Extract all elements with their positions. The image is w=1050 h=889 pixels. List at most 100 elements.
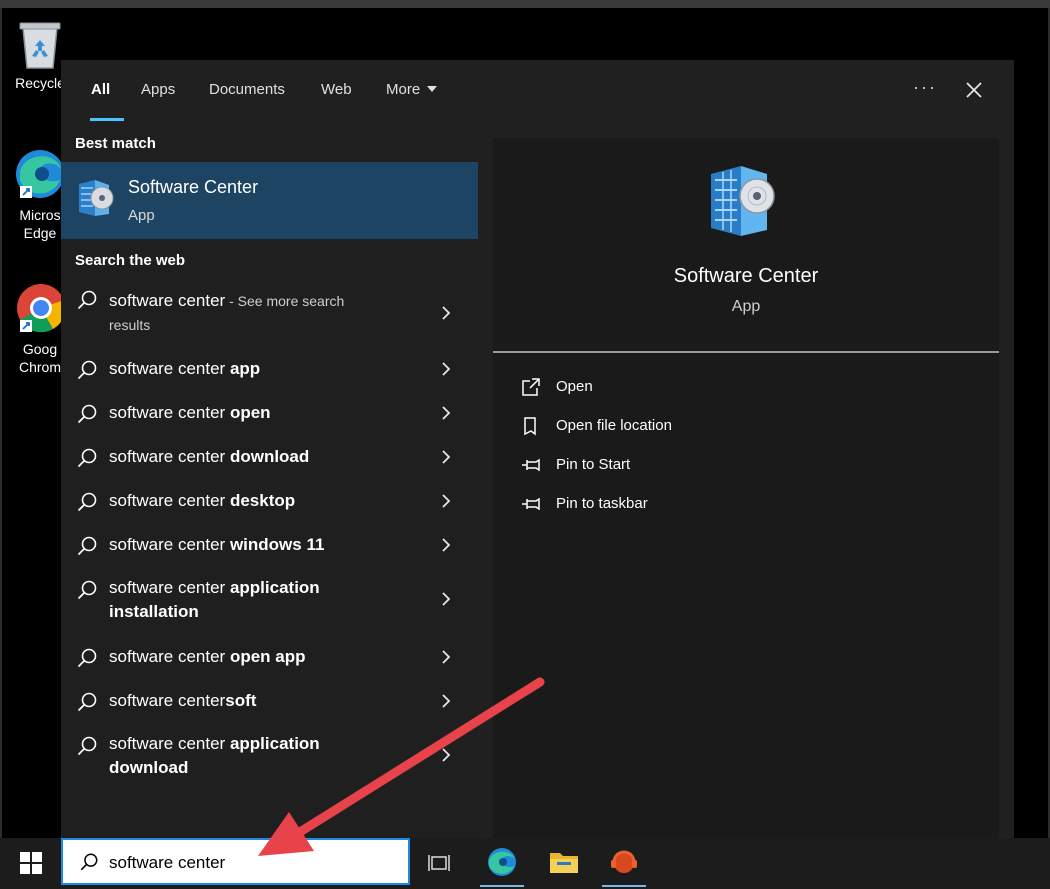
close-icon[interactable] [961,77,987,103]
chevron-right-icon [442,748,451,762]
best-match-item[interactable]: Software Center App [61,162,478,239]
web-result-text: software center app [109,357,409,381]
search-icon [80,853,98,871]
search-icon [77,736,97,756]
web-result-item[interactable]: software center - See more search result… [61,282,478,344]
web-result-item[interactable]: software center application installation [61,575,478,631]
open-icon [522,378,540,396]
details-title: Software Center [673,265,819,287]
web-result-item[interactable]: software center windows 11 [61,531,478,567]
software-center-icon [79,180,114,216]
tab-apps[interactable]: Apps [141,81,175,98]
taskbar-support-app[interactable] [600,838,648,889]
search-icon [77,290,97,310]
chevron-right-icon [442,306,451,320]
web-result-item[interactable]: software center download [61,443,478,479]
web-result-item[interactable]: software center application download [61,731,478,787]
tab-all[interactable]: All [91,81,110,98]
web-result-suggestion-line2: download [109,758,189,777]
search-icon [77,448,97,468]
chevron-right-icon [442,694,451,708]
taskbar-search-box[interactable] [61,838,410,885]
start-button[interactable] [20,852,42,874]
web-result-suggestion: download [229,447,310,466]
web-result-suggestion: open app [229,647,306,666]
taskbar-edge[interactable] [478,838,526,889]
web-result-suggestion: app [229,359,261,378]
web-result-suggestion-line2: installation [109,602,199,621]
more-options-icon[interactable]: ··· [913,77,937,98]
web-result-item[interactable]: software center open [61,399,478,435]
chevron-right-icon [442,494,451,508]
web-result-text: software center open app [109,645,409,669]
web-result-item[interactable]: software center open app [61,643,478,679]
web-result-text: software center application installation [109,576,409,624]
edge-icon [488,848,516,876]
chevron-right-icon [442,406,451,420]
pin-icon [522,458,540,472]
web-result-text: software center - See more search result… [109,289,409,337]
taskbar-file-explorer[interactable] [540,838,588,889]
web-result-query: software center [109,359,230,378]
chevron-right-icon [442,450,451,464]
window-left-border [0,8,2,838]
web-result-item[interactable]: software center desktop [61,487,478,523]
search-icon [77,404,97,424]
web-result-query: software center [109,403,230,422]
web-result-query: software center [109,691,226,710]
web-result-query: software center [109,291,226,310]
details-pane: Software Center App Open Open file locat… [493,138,999,838]
search-input[interactable] [109,850,399,876]
task-view-button[interactable] [416,838,464,889]
task-view-icon [428,855,450,871]
chevron-right-icon [442,538,451,552]
web-result-hint: - See more search [225,293,345,309]
details-subtitle: App [731,298,761,315]
best-match-heading: Best match [75,135,156,152]
web-result-query: software center [109,491,230,510]
support-headset-icon [611,850,637,873]
active-tab-indicator [90,118,124,121]
search-web-heading: Search the web [75,252,186,269]
search-icon [77,580,97,600]
action-label: Open [556,378,593,395]
search-tabs: All Apps Documents Web More ··· [61,60,1014,122]
tab-web[interactable]: Web [321,81,352,98]
taskbar [0,838,1050,889]
software-center-icon [711,166,775,236]
web-result-text: software center open [109,401,409,425]
web-result-text: software center windows 11 [109,533,409,557]
web-result-text: software centersoft [109,689,409,713]
best-match-name: Software Center [128,177,259,197]
tab-more[interactable]: More [386,81,438,98]
edge-icon [16,150,64,198]
chevron-right-icon [442,362,451,376]
web-result-suggestion: application [229,578,320,597]
web-result-item[interactable]: software center app [61,355,478,391]
action-label: Pin to taskbar [556,495,648,512]
web-result-suggestion: desktop [229,491,296,510]
web-result-query: software center [109,734,230,753]
pin-icon [522,497,540,511]
web-result-text: software center application download [109,732,409,780]
web-result-text: software center desktop [109,489,409,513]
web-result-hint-line2: results [109,317,151,333]
recycle-bin-icon [19,22,61,69]
chrome-icon [17,284,66,333]
best-match-type: App [128,207,155,224]
action-label: Pin to Start [556,456,631,473]
chevron-right-icon [442,592,451,606]
web-result-suggestion: open [229,403,271,422]
window-top-border [0,0,1050,8]
search-icon [77,360,97,380]
action-label: Open file location [556,417,672,434]
web-result-text: software center download [109,445,409,469]
web-result-suggestion: windows 11 [229,535,325,554]
file-location-icon [524,417,536,436]
web-result-item[interactable]: software centersoft [61,687,478,723]
tab-documents[interactable]: Documents [209,81,285,98]
search-icon [77,492,97,512]
search-icon [77,692,97,712]
web-result-query: software center [109,447,230,466]
web-result-query: software center [109,535,230,554]
